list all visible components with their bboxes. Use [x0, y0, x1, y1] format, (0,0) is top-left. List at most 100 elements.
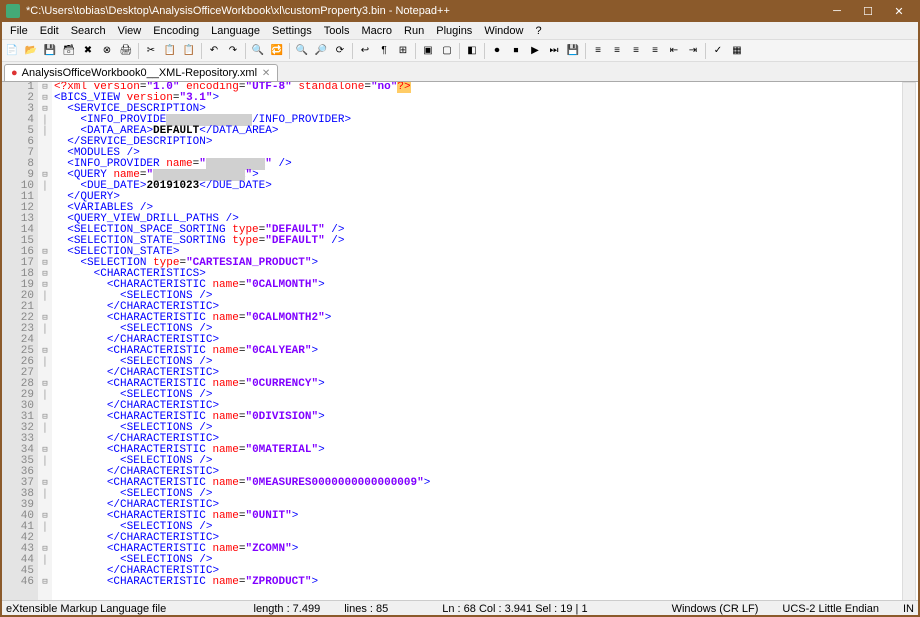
toolbar-separator — [201, 43, 202, 59]
close-button[interactable]: ✕ — [884, 0, 914, 22]
menu-window[interactable]: Window — [478, 24, 529, 38]
replace-icon[interactable]: 🔁 — [268, 42, 286, 60]
fold-minus-icon[interactable]: ⊟ — [38, 280, 52, 291]
menu-edit[interactable]: Edit — [34, 24, 65, 38]
fold-minus-icon[interactable]: ⊟ — [38, 577, 52, 588]
vertical-scrollbar[interactable] — [902, 82, 916, 602]
menu-help[interactable]: ? — [529, 24, 547, 38]
indent-right-icon[interactable]: ⇥ — [684, 42, 702, 60]
align-right-icon[interactable]: ≡ — [608, 42, 626, 60]
save-icon[interactable]: 💾 — [41, 42, 59, 60]
line-number: 46 — [0, 577, 34, 588]
align-left-icon[interactable]: ≡ — [589, 42, 607, 60]
app-icon — [6, 4, 20, 18]
fold-minus-icon[interactable]: ⊟ — [38, 170, 52, 181]
undo-icon[interactable]: ↶ — [205, 42, 223, 60]
fold-none — [38, 566, 52, 577]
maximize-button[interactable]: ☐ — [853, 0, 883, 22]
fold-none — [38, 159, 52, 170]
fold-minus-icon[interactable]: ⊟ — [38, 445, 52, 456]
save-all-icon[interactable]: 🗃 — [60, 42, 78, 60]
fold-minus-icon[interactable]: ⊟ — [38, 313, 52, 324]
justify-icon[interactable]: ≡ — [646, 42, 664, 60]
toolbar-separator — [705, 43, 706, 59]
fold-none — [38, 236, 52, 247]
macro-save-icon[interactable]: 💾 — [564, 42, 582, 60]
new-file-icon[interactable]: 📄 — [3, 42, 21, 60]
zoom-in-icon[interactable]: 🔍 — [293, 42, 311, 60]
fold-minus-icon[interactable]: ⊟ — [38, 93, 52, 104]
macro-rec-icon[interactable]: ⏺ — [488, 42, 506, 60]
code-area[interactable]: <?xml version="1.0" encoding="UTF-8" sta… — [52, 82, 920, 602]
status-mode: IN — [903, 603, 914, 615]
fold-minus-icon[interactable]: ⊟ — [38, 82, 52, 93]
fold-column[interactable]: ⊟⊟⊟││⊟│⊟⊟⊟⊟│⊟│⊟│⊟│⊟│⊟│⊟│⊟│⊟│⊟ — [38, 82, 52, 602]
minimize-button[interactable]: ─ — [822, 0, 852, 22]
fold-line-icon: │ — [38, 489, 52, 500]
toolbar-separator — [415, 43, 416, 59]
find-icon[interactable]: 🔍 — [249, 42, 267, 60]
status-encoding: UCS-2 Little Endian — [782, 603, 879, 615]
code-line[interactable]: <DUE_DATE>20191023</DUE_DATE> — [54, 181, 920, 192]
status-filetype: eXtensible Markup Language file — [6, 603, 166, 615]
hide-icon[interactable]: ◧ — [463, 42, 481, 60]
fold-minus-icon[interactable]: ⊟ — [38, 258, 52, 269]
menu-view[interactable]: View — [112, 24, 148, 38]
tab-label: AnalysisOfficeWorkbook0__XML-Repository.… — [22, 67, 257, 79]
fold-minus-icon[interactable]: ⊟ — [38, 511, 52, 522]
fold-minus-icon[interactable]: ⊟ — [38, 247, 52, 258]
status-lines: lines : 85 — [344, 603, 388, 615]
fold-line-icon: │ — [38, 522, 52, 533]
fold-minus-icon[interactable]: ⊟ — [38, 478, 52, 489]
cut-icon[interactable]: ✂ — [142, 42, 160, 60]
code-line[interactable]: <SELECTION_STATE_SORTING type="DEFAULT" … — [54, 236, 920, 247]
code-line[interactable]: </QUERY> — [54, 192, 920, 203]
print-icon[interactable]: 🖨 — [117, 42, 135, 60]
tab-active[interactable]: ● AnalysisOfficeWorkbook0__XML-Repositor… — [4, 64, 278, 81]
fold-minus-icon[interactable]: ⊟ — [38, 269, 52, 280]
close-icon[interactable]: ✖ — [79, 42, 97, 60]
fold-minus-icon[interactable]: ⊟ — [38, 104, 52, 115]
spell-check-icon[interactable]: ✓ — [709, 42, 727, 60]
menu-macro[interactable]: Macro — [355, 24, 398, 38]
menu-plugins[interactable]: Plugins — [430, 24, 478, 38]
macro-stop-icon[interactable]: ⏹ — [507, 42, 525, 60]
zoom-out-icon[interactable]: 🔎 — [312, 42, 330, 60]
menu-settings[interactable]: Settings — [266, 24, 318, 38]
redo-icon[interactable]: ↷ — [224, 42, 242, 60]
menu-encoding[interactable]: Encoding — [147, 24, 205, 38]
unfold-all-icon[interactable]: ▢ — [438, 42, 456, 60]
fold-minus-icon[interactable]: ⊟ — [38, 346, 52, 357]
align-center-icon[interactable]: ≡ — [627, 42, 645, 60]
fold-minus-icon[interactable]: ⊟ — [38, 544, 52, 555]
fold-minus-icon[interactable]: ⊟ — [38, 412, 52, 423]
menu-language[interactable]: Language — [205, 24, 266, 38]
paste-icon[interactable]: 📋 — [180, 42, 198, 60]
menu-run[interactable]: Run — [398, 24, 430, 38]
menu-search[interactable]: Search — [65, 24, 112, 38]
menu-tools[interactable]: Tools — [318, 24, 356, 38]
fold-line-icon: │ — [38, 291, 52, 302]
word-wrap-icon[interactable]: ↩ — [356, 42, 374, 60]
show-all-icon[interactable]: ¶ — [375, 42, 393, 60]
indent-left-icon[interactable]: ⇤ — [665, 42, 683, 60]
fold-all-icon[interactable]: ▣ — [419, 42, 437, 60]
menu-file[interactable]: File — [4, 24, 34, 38]
sync-icon[interactable]: ⟳ — [331, 42, 349, 60]
doc-map-icon[interactable]: ▦ — [728, 42, 746, 60]
tab-close-icon[interactable]: ✕ — [261, 68, 271, 78]
code-line[interactable]: <CHARACTERISTIC name="ZPRODUCT"> — [54, 577, 920, 588]
editor[interactable]: 1234567891011121314151617181920212223242… — [0, 82, 920, 602]
close-all-icon[interactable]: ⊗ — [98, 42, 116, 60]
copy-icon[interactable]: 📋 — [161, 42, 179, 60]
macro-play-n-icon[interactable]: ⏭ — [545, 42, 563, 60]
fold-none — [38, 192, 52, 203]
indent-guide-icon[interactable]: ⊞ — [394, 42, 412, 60]
toolbar-separator — [138, 43, 139, 59]
fold-none — [38, 401, 52, 412]
open-file-icon[interactable]: 📂 — [22, 42, 40, 60]
macro-play-icon[interactable]: ▶ — [526, 42, 544, 60]
status-eol: Windows (CR LF) — [672, 603, 759, 615]
fold-minus-icon[interactable]: ⊟ — [38, 379, 52, 390]
code-line[interactable]: </SERVICE_DESCRIPTION> — [54, 137, 920, 148]
